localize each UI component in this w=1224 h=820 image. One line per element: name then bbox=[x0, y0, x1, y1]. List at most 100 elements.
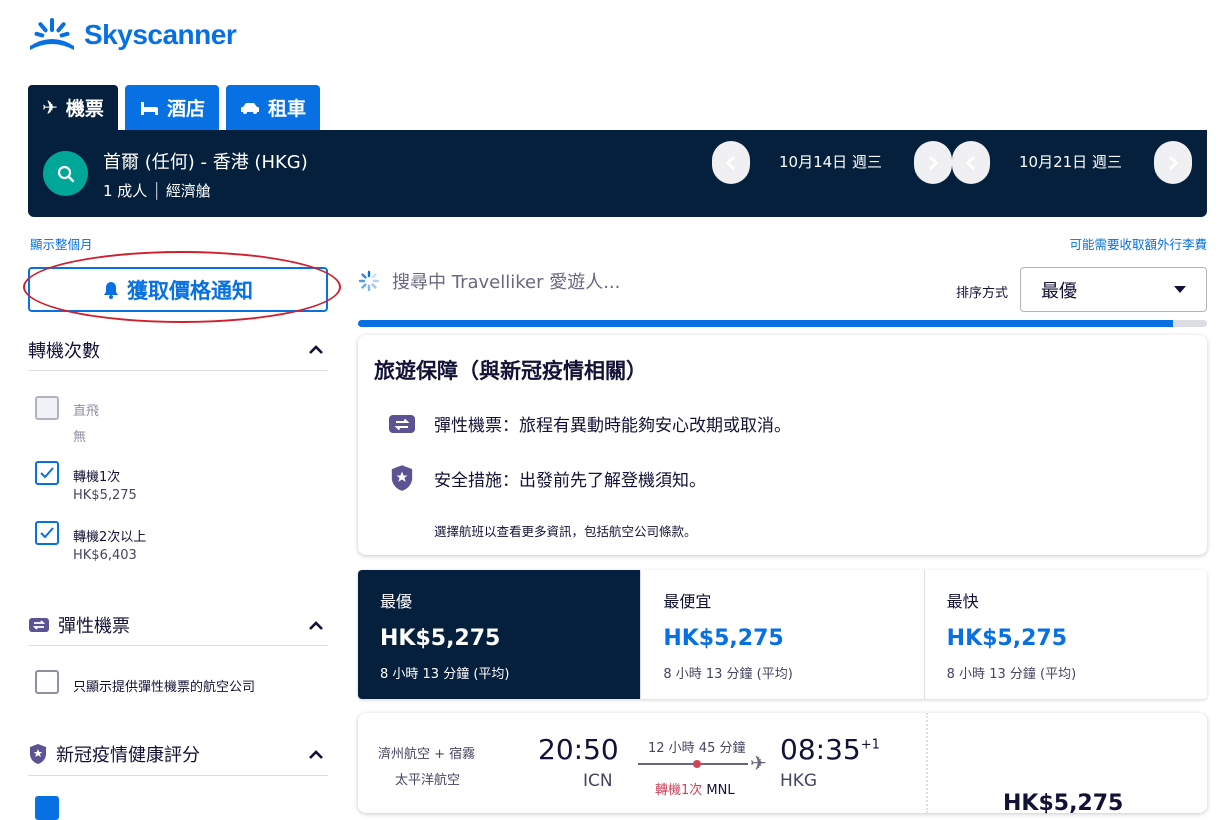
chevron-up-icon[interactable] bbox=[308, 343, 324, 355]
passenger-count: 1 成人 bbox=[103, 182, 148, 200]
depart-next-day-button[interactable] bbox=[914, 141, 952, 184]
flexible-filter-label: 彈性機票 bbox=[58, 616, 130, 637]
sort-option-price: HK$5,275 bbox=[663, 626, 784, 651]
chevron-up-icon[interactable] bbox=[308, 619, 324, 631]
covid-score-filter-label: 新冠疫情健康評分 bbox=[56, 745, 200, 766]
flexible-only-checkbox[interactable] bbox=[35, 670, 59, 694]
chevron-left-icon bbox=[726, 155, 736, 170]
price-alert-label: 獲取價格通知 bbox=[127, 278, 253, 303]
covid-checkbox[interactable] bbox=[35, 796, 59, 820]
flexible-only-label: 只顯示提供彈性機票的航空公司 bbox=[73, 680, 256, 695]
route-summary[interactable]: 首爾 (任何) - 香港 (HKG) bbox=[103, 148, 308, 174]
airline-name: 濟州航空 + 宿霧 bbox=[378, 747, 476, 762]
sort-option-duration: 8 小時 13 分鐘 (平均) bbox=[663, 667, 793, 682]
sort-option-duration: 8 小時 13 分鐘 (平均) bbox=[380, 667, 510, 682]
return-date[interactable]: 10月21日 週三 bbox=[1019, 151, 1122, 172]
via-airport: MNL bbox=[706, 783, 735, 798]
flexible-ticket-icon bbox=[389, 414, 415, 433]
flexible-ticket-icon bbox=[29, 618, 49, 632]
check-icon bbox=[40, 527, 54, 539]
chevron-left-icon bbox=[966, 155, 976, 170]
sunrise-logo-icon bbox=[30, 18, 74, 50]
flexible-ticket-text: 彈性機票：旅程有異動時能夠安心改期或取消。 bbox=[434, 416, 791, 436]
sort-option-price: HK$5,275 bbox=[380, 626, 501, 651]
arrive-time: 08:35+1 bbox=[780, 733, 880, 766]
return-next-day-button[interactable] bbox=[1154, 141, 1192, 184]
search-summary-bar: 首爾 (任何) - 香港 (HKG) 1 成人 │ 經濟艙 10月14日 週三 … bbox=[28, 130, 1207, 217]
brand-name: Skyscanner bbox=[84, 19, 237, 50]
car-icon bbox=[240, 102, 259, 114]
two-plus-stops-price: HK$6,403 bbox=[73, 548, 137, 563]
skyscanner-logo[interactable]: Skyscanner bbox=[28, 18, 237, 52]
sort-option-price: HK$5,275 bbox=[946, 626, 1068, 651]
search-status: 搜尋中 Travelliker 愛遊人... bbox=[358, 268, 620, 294]
bed-icon bbox=[140, 101, 158, 115]
stop-dot bbox=[693, 760, 701, 768]
search-icon bbox=[57, 165, 74, 182]
search-button[interactable] bbox=[43, 151, 88, 196]
direct-price: 無 bbox=[73, 430, 87, 445]
divider bbox=[28, 775, 328, 776]
chevron-up-icon[interactable] bbox=[308, 748, 324, 760]
passenger-summary[interactable]: 1 成人 │ 經濟艙 bbox=[103, 180, 211, 201]
sort-option-best[interactable]: 最優 HK$5,275 8 小時 13 分鐘 (平均) bbox=[358, 570, 642, 699]
covid-score-filter-title[interactable]: 新冠疫情健康評分 bbox=[28, 741, 200, 767]
airline-name-cont: 太平洋航空 bbox=[395, 773, 461, 788]
sort-option-name: 最快 bbox=[946, 592, 979, 611]
sort-option-name: 最優 bbox=[380, 592, 413, 611]
direct-checkbox[interactable] bbox=[35, 396, 59, 420]
sort-options: 最優 HK$5,275 8 小時 13 分鐘 (平均) 最便宜 HK$5,275… bbox=[358, 570, 1207, 699]
baggage-fees-link[interactable]: 可能需要收取額外行李費 bbox=[1069, 234, 1207, 253]
search-progress-bar bbox=[358, 320, 1207, 327]
one-stop-checkbox[interactable] bbox=[35, 461, 59, 485]
travel-protection-card: 旅遊保障（與新冠疫情相關） 彈性機票：旅程有異動時能夠安心改期或取消。 安全措施… bbox=[358, 335, 1207, 555]
spinner-icon bbox=[358, 270, 380, 292]
depart-airport: ICN bbox=[583, 771, 613, 791]
plane-icon: ✈ bbox=[750, 751, 767, 775]
depart-prev-day-button[interactable] bbox=[712, 141, 750, 184]
flexible-ticket-info: 彈性機票：旅程有異動時能夠安心改期或取消。 bbox=[388, 411, 791, 436]
return-prev-day-button[interactable] bbox=[952, 141, 990, 184]
stops-filter-label: 轉機次數 bbox=[28, 341, 100, 362]
tab-car-hire-label: 租車 bbox=[267, 98, 306, 120]
stops-info: 轉機1次 MNL bbox=[655, 779, 735, 798]
card-divider bbox=[926, 713, 928, 813]
depart-date[interactable]: 10月14日 週三 bbox=[779, 151, 882, 172]
flight-result-card[interactable]: 濟州航空 + 宿霧 太平洋航空 20:50 ICN 12 小時 45 分鐘 ✈ … bbox=[358, 713, 1207, 816]
sort-option-cheapest[interactable]: 最便宜 HK$5,275 8 小時 13 分鐘 (平均) bbox=[641, 570, 925, 699]
direct-label: 直飛 bbox=[73, 404, 100, 419]
info-note: 選擇航班以查看更多資訊，包括航空公司條款。 bbox=[434, 524, 697, 539]
flight-price: HK$5,275 bbox=[1003, 791, 1124, 816]
product-tabs: ✈ 機票 酒店 租車 bbox=[28, 85, 320, 130]
travel-protection-title: 旅遊保障（與新冠疫情相關） bbox=[374, 359, 647, 383]
two-plus-stops-label: 轉機2次以上 bbox=[73, 530, 147, 545]
price-alert-button[interactable]: 獲取價格通知 bbox=[28, 267, 328, 312]
flexible-filter-title[interactable]: 彈性機票 bbox=[28, 612, 130, 638]
tab-flights[interactable]: ✈ 機票 bbox=[28, 85, 118, 130]
check-icon bbox=[40, 467, 54, 479]
chevron-right-icon bbox=[1168, 155, 1178, 170]
tab-car-hire[interactable]: 租車 bbox=[225, 85, 320, 130]
search-status-text: 搜尋中 Travelliker 愛遊人... bbox=[392, 272, 621, 293]
tab-hotels[interactable]: 酒店 bbox=[124, 85, 219, 130]
show-whole-month-link[interactable]: 顯示整個月 bbox=[30, 234, 93, 253]
shield-icon bbox=[391, 465, 413, 491]
arrive-time-value: 08:35 bbox=[780, 733, 861, 766]
sort-option-fastest[interactable]: 最快 HK$5,275 8 小時 13 分鐘 (平均) bbox=[924, 570, 1207, 699]
safety-text: 安全措施：出發前先了解登機須知。 bbox=[434, 470, 706, 491]
chevron-right-icon bbox=[928, 155, 938, 170]
caret-down-icon bbox=[1174, 285, 1186, 293]
safety-info: 安全措施：出發前先了解登機須知。 bbox=[388, 464, 706, 492]
two-plus-stops-checkbox[interactable] bbox=[35, 521, 59, 545]
sort-select[interactable]: 最優 bbox=[1020, 267, 1207, 312]
arrive-airport: HKG bbox=[780, 771, 818, 791]
stops-filter-title[interactable]: 轉機次數 bbox=[28, 337, 100, 363]
stops-count: 轉機1次 bbox=[655, 783, 703, 798]
plane-icon: ✈ bbox=[42, 96, 58, 119]
one-stop-label: 轉機1次 bbox=[73, 470, 121, 485]
divider bbox=[28, 645, 328, 646]
shield-icon bbox=[30, 744, 46, 764]
tab-hotels-label: 酒店 bbox=[166, 98, 205, 120]
sort-option-duration: 8 小時 13 分鐘 (平均) bbox=[946, 667, 1077, 682]
tab-flights-label: 機票 bbox=[65, 98, 104, 120]
